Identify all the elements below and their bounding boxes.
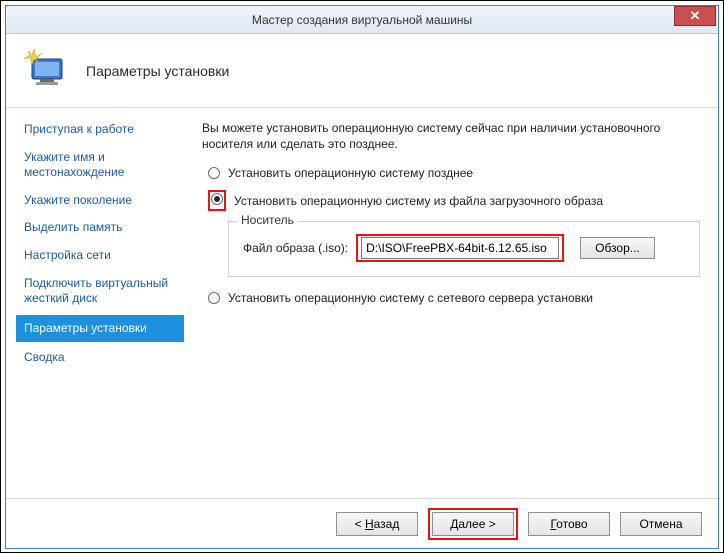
- intro-text: Вы можете установить операционную систем…: [202, 120, 700, 152]
- sidebar-item-start[interactable]: Приступая к работе: [16, 118, 184, 142]
- iso-label: Файл образа (.iso):: [243, 241, 348, 255]
- radio-icon: [208, 292, 220, 304]
- option-install-from-image[interactable]: Установить операционную систему из файла…: [208, 190, 700, 211]
- option-label: Установить операционную систему с сетево…: [228, 291, 593, 305]
- option-install-from-network[interactable]: Установить операционную систему с сетево…: [208, 291, 700, 305]
- close-button[interactable]: ✕: [674, 6, 716, 26]
- wizard-header: Параметры установки: [6, 34, 718, 108]
- next-button[interactable]: Далее >: [432, 512, 514, 536]
- highlight-box: [356, 234, 564, 262]
- titlebar: Мастер создания виртуальной машины ✕: [6, 6, 718, 34]
- radio-icon: [208, 167, 220, 179]
- finish-button[interactable]: Готово: [528, 512, 610, 536]
- wizard-content: Вы можете установить операционную систем…: [184, 108, 718, 498]
- sidebar-item-vhd[interactable]: Подключить виртуальный жесткий диск: [16, 272, 184, 311]
- iso-field-row: Файл образа (.iso): Обзор...: [243, 234, 685, 262]
- fieldset-legend: Носитель: [237, 213, 298, 227]
- sidebar-item-name-location[interactable]: Укажите имя и местонахождение: [16, 146, 184, 185]
- option-label: Установить операционную систему из файла…: [234, 194, 603, 208]
- browse-button[interactable]: Обзор...: [580, 237, 655, 259]
- highlight-box: Далее >: [428, 508, 518, 540]
- page-title: Параметры установки: [86, 63, 229, 79]
- iso-path-input[interactable]: [361, 237, 559, 259]
- wizard-window: { "titlebar": { "title": "Мастер создани…: [5, 5, 719, 549]
- option-label: Установить операционную систему позднее: [228, 166, 473, 180]
- radio-icon: [211, 193, 223, 205]
- media-fieldset: Носитель Файл образа (.iso): Обзор...: [228, 221, 700, 277]
- close-icon: ✕: [690, 8, 701, 24]
- sidebar-item-generation[interactable]: Укажите поколение: [16, 189, 184, 213]
- window-title: Мастер создания виртуальной машины: [6, 13, 718, 27]
- wizard-footer: < Назад Далее > Готово Отмена: [6, 498, 718, 548]
- back-button[interactable]: < Назад: [336, 512, 418, 536]
- wizard-icon: [22, 45, 70, 96]
- sidebar-item-network[interactable]: Настройка сети: [16, 244, 184, 268]
- wizard-body: Приступая к работе Укажите имя и местона…: [6, 108, 718, 498]
- highlight-box: [208, 190, 226, 211]
- sidebar-item-install-options[interactable]: Параметры установки: [16, 315, 184, 343]
- cancel-button[interactable]: Отмена: [620, 512, 702, 536]
- wizard-steps-sidebar: Приступая к работе Укажите имя и местона…: [6, 108, 184, 498]
- sidebar-item-summary[interactable]: Сводка: [16, 346, 184, 370]
- sidebar-item-memory[interactable]: Выделить память: [16, 216, 184, 240]
- option-install-later[interactable]: Установить операционную систему позднее: [208, 166, 700, 180]
